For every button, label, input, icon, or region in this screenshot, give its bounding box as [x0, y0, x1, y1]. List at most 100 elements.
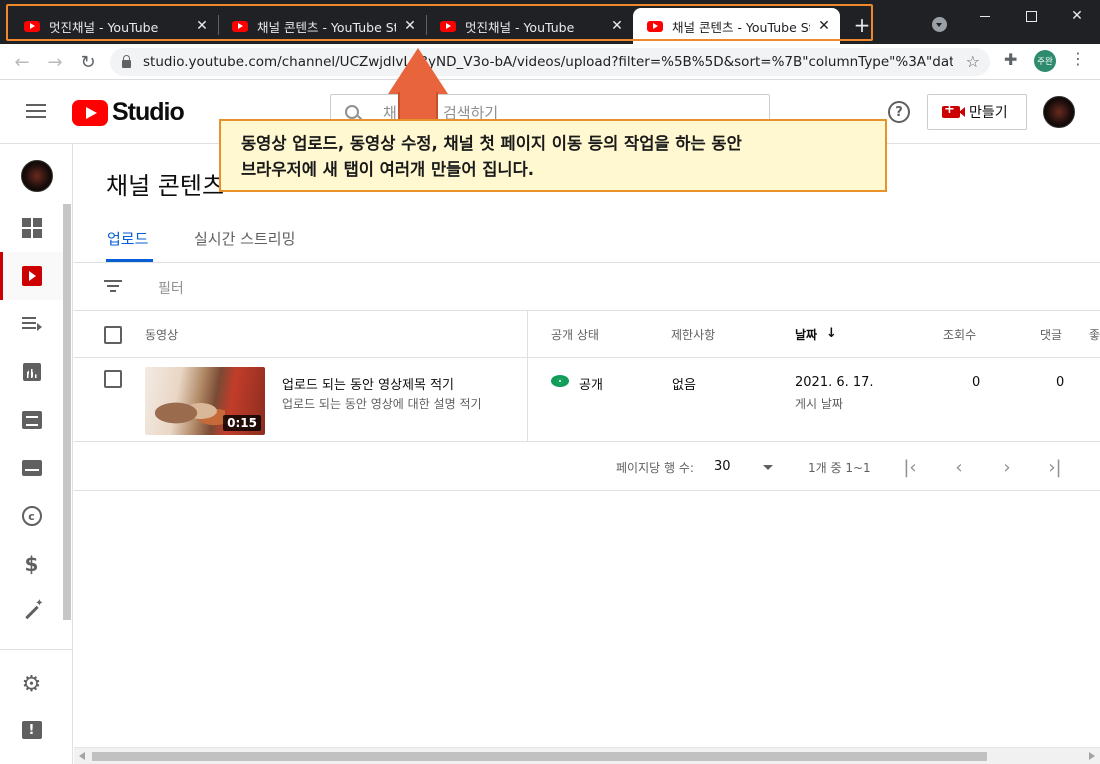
- visibility-value[interactable]: 공개: [579, 374, 603, 393]
- next-page-icon[interactable]: ›: [995, 455, 1019, 479]
- sidebar: c $ ⚙ !: [0, 144, 73, 764]
- logo-text: Studio: [112, 98, 185, 126]
- chevron-down-icon[interactable]: [763, 465, 773, 470]
- tab-close-icon[interactable]: ✕: [609, 18, 625, 34]
- row-checkbox[interactable]: [104, 370, 122, 388]
- sidebar-item-content[interactable]: [0, 252, 63, 300]
- annotation-line-2: 브라우저에 새 탭이 여러개 만들어 집니다.: [241, 160, 535, 179]
- horizontal-scrollbar[interactable]: [74, 747, 1100, 764]
- sidebar-item-playlists[interactable]: [0, 300, 63, 348]
- last-page-icon[interactable]: ›|: [1043, 455, 1067, 479]
- content-icon: [21, 266, 42, 286]
- new-tab-button[interactable]: +: [852, 13, 872, 37]
- extensions-icon[interactable]: ✚: [1004, 50, 1017, 69]
- browser-tab-3[interactable]: 멋진채널 - YouTube ✕: [426, 8, 633, 44]
- browser-tab-strip: 멋진채널 - YouTube ✕ 채널 콘텐츠 - YouTube Studio…: [0, 0, 1100, 44]
- column-header-date[interactable]: 날짜: [795, 326, 817, 343]
- views-value: 0: [972, 375, 981, 390]
- youtube-logo-icon: [72, 99, 108, 126]
- table-header-divider: [74, 357, 1100, 358]
- sidebar-item-customization[interactable]: [0, 588, 63, 636]
- url-text[interactable]: studio.youtube.com/channel/UCZwjdlvLS8yN…: [143, 54, 953, 70]
- first-page-icon[interactable]: |‹: [898, 455, 922, 479]
- playlist-icon: [21, 317, 42, 331]
- browser-tab-2[interactable]: 채널 콘텐츠 - YouTube Studio ✕: [218, 8, 426, 44]
- column-header-likes: 좋: [1089, 328, 1100, 342]
- youtube-favicon: [440, 20, 456, 32]
- studio-logo[interactable]: Studio: [72, 98, 185, 127]
- page-range: 1개 중 1~1: [808, 461, 871, 475]
- column-header-video: 동영상: [145, 328, 179, 342]
- youtube-favicon: [647, 20, 663, 32]
- comments-value: 0: [1056, 375, 1065, 390]
- sidebar-item-subtitles[interactable]: [0, 444, 63, 492]
- filter-divider: [74, 310, 1100, 311]
- window-maximize-button[interactable]: [1008, 0, 1054, 32]
- tab-close-icon[interactable]: ✕: [402, 18, 418, 34]
- help-icon[interactable]: ?: [888, 101, 910, 123]
- menu-dots-icon[interactable]: ⋮: [1070, 49, 1086, 68]
- reload-icon[interactable]: ↻: [76, 50, 100, 74]
- tab-close-icon[interactable]: ✕: [816, 18, 832, 34]
- column-header-restrictions: 제한사항: [671, 328, 716, 342]
- tab-uploads[interactable]: 업로드: [107, 228, 148, 249]
- tab-close-icon[interactable]: ✕: [194, 18, 210, 34]
- annotation-arrow-head: [388, 48, 448, 94]
- video-thumbnail[interactable]: 0:15: [145, 367, 265, 435]
- date-label: 게시 날짜: [795, 397, 843, 411]
- create-button[interactable]: 만들기: [927, 94, 1027, 130]
- address-bar[interactable]: studio.youtube.com/channel/UCZwjdlvLS8yN…: [110, 48, 990, 76]
- youtube-favicon: [24, 20, 40, 32]
- channel-avatar[interactable]: [21, 160, 53, 192]
- browser-tab-4-active[interactable]: 채널 콘텐츠 - YouTube Studio ✕: [633, 8, 840, 44]
- sidebar-item-copyright[interactable]: c: [0, 492, 63, 540]
- create-label: 만들기: [969, 105, 1008, 121]
- back-arrow-icon[interactable]: ←: [10, 50, 34, 74]
- filter-icon[interactable]: [104, 280, 122, 294]
- sidebar-item-comments[interactable]: [0, 396, 63, 444]
- browser-tab-1[interactable]: 멋진채널 - YouTube ✕: [10, 8, 218, 44]
- sidebar-item-settings[interactable]: ⚙: [0, 660, 63, 708]
- column-header-views: 조회수: [943, 328, 977, 342]
- search-icon: [345, 105, 359, 119]
- hamburger-icon[interactable]: [26, 104, 46, 118]
- sidebar-item-dashboard[interactable]: [0, 204, 63, 252]
- dashboard-icon: [21, 218, 42, 238]
- sidebar-item-feedback[interactable]: !: [0, 706, 63, 754]
- restrictions-value: 없음: [672, 378, 696, 393]
- tab-search-icon[interactable]: [932, 17, 947, 32]
- scrollbar-thumb[interactable]: [92, 752, 987, 761]
- video-description: 업로드 되는 동안 영상에 대한 설명 적기: [282, 397, 482, 411]
- profile-avatar[interactable]: 주완: [1034, 50, 1056, 72]
- rows-per-page-select[interactable]: 30: [714, 459, 731, 474]
- rows-per-page-label: 페이지당 행 수:: [616, 461, 694, 475]
- scroll-right-icon[interactable]: [1089, 752, 1095, 760]
- window-close-button[interactable]: ✕: [1054, 0, 1100, 32]
- lock-icon[interactable]: [122, 55, 131, 68]
- scroll-left-icon[interactable]: [79, 752, 85, 760]
- eye-icon[interactable]: [551, 375, 569, 387]
- tab-live-streaming[interactable]: 실시간 스트리밍: [194, 228, 295, 249]
- sort-descending-icon[interactable]: ↓: [826, 326, 837, 341]
- select-all-checkbox[interactable]: [104, 326, 122, 344]
- thumbnail-image: [155, 389, 225, 429]
- sidebar-item-analytics[interactable]: [0, 348, 63, 396]
- sidebar-scrollbar[interactable]: [63, 204, 71, 620]
- feedback-icon: !: [21, 721, 42, 739]
- row-divider: [74, 441, 1100, 442]
- video-title[interactable]: 업로드 되는 동안 영상제목 적기: [282, 374, 454, 393]
- prev-page-icon[interactable]: ‹: [947, 455, 971, 479]
- create-video-icon: [942, 102, 965, 118]
- sidebar-item-monetization[interactable]: $: [0, 540, 63, 588]
- filter-input[interactable]: 필터: [158, 278, 184, 298]
- analytics-icon: [22, 363, 41, 381]
- column-header-comments: 댓글: [1040, 328, 1063, 342]
- window-minimize-button[interactable]: [962, 0, 1008, 32]
- tab-title: 채널 콘텐츠 - YouTube Studio: [672, 19, 810, 35]
- forward-arrow-icon[interactable]: →: [43, 50, 67, 74]
- star-icon[interactable]: ☆: [966, 52, 980, 71]
- tab-title: 멋진채널 - YouTube: [465, 19, 575, 35]
- account-avatar[interactable]: [1043, 96, 1075, 128]
- date-value: 2021. 6. 17.: [795, 375, 874, 390]
- video-duration: 0:15: [223, 415, 261, 431]
